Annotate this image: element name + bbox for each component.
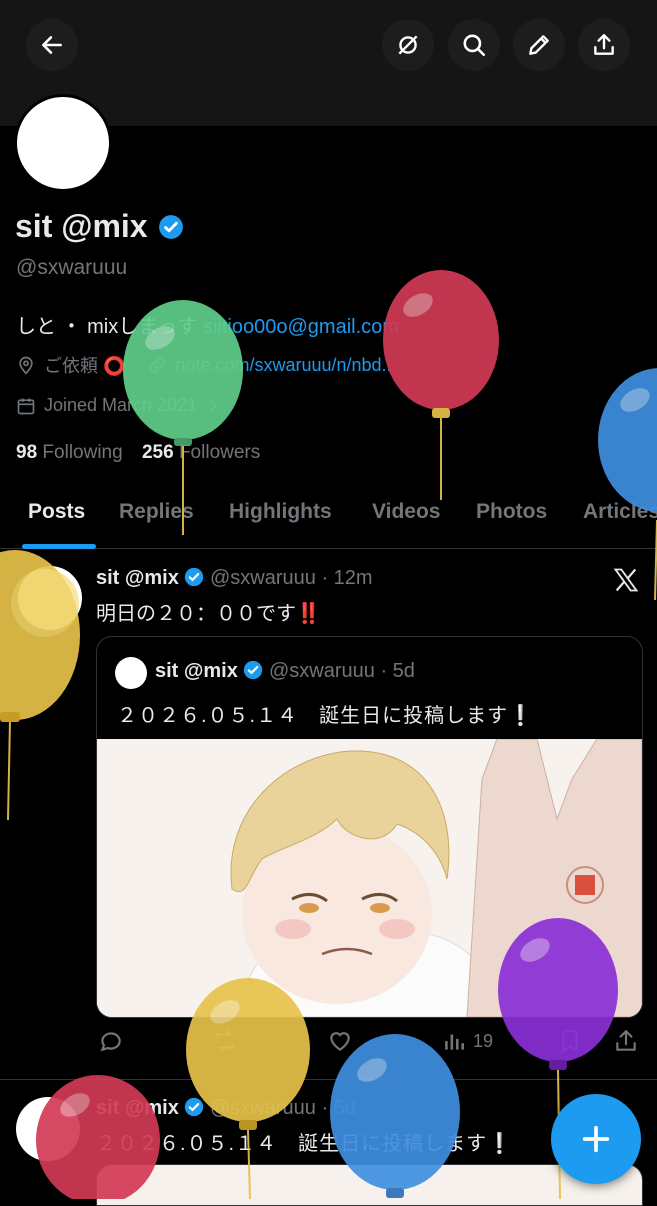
followers-count: 256 — [141, 442, 174, 463]
profile-meta-row: ご依頼 ⭕ note.com/sxwaruuu/n/nbd... — [16, 352, 397, 378]
post-avatar[interactable] — [18, 566, 82, 630]
edit-button[interactable] — [513, 19, 565, 71]
verified-icon — [158, 214, 183, 239]
quote-header: sit @mix @sxwaruuu · 5d — [155, 660, 415, 683]
balloon-red — [383, 270, 499, 500]
illustration-image — [97, 739, 642, 1017]
profile-handle: @sxwaruuu — [16, 256, 128, 279]
profile-joined-row[interactable]: Joined March 2021 — [16, 395, 221, 416]
quote-text: ２０２６.０５.１４ 誕生日に投稿します❕ — [117, 705, 535, 727]
link-icon — [149, 357, 166, 373]
compose-button[interactable] — [551, 1094, 641, 1184]
post-author-name[interactable]: sit @mix — [96, 1097, 179, 1119]
blocked-icon — [398, 35, 418, 55]
bookmark-icon[interactable] — [557, 1028, 583, 1054]
x-logo-icon — [613, 568, 639, 592]
quote-author-name: sit @mix — [155, 660, 238, 682]
profile-banner — [0, 0, 657, 126]
chevron-right-icon — [210, 400, 217, 411]
like-icon[interactable] — [327, 1028, 353, 1054]
post-text: 明日の２０：００です‼️ — [96, 603, 321, 625]
verified-icon — [244, 660, 263, 680]
profile-location: ご依頼 ⭕ — [44, 356, 126, 376]
tab-photos[interactable]: Photos — [476, 500, 547, 524]
views-icon — [445, 1034, 464, 1050]
search-button[interactable] — [448, 19, 500, 71]
back-button[interactable] — [26, 19, 78, 71]
post-author-handle: @sxwaruuu — [210, 567, 316, 589]
tab-videos[interactable]: Videos — [372, 500, 440, 524]
profile-avatar[interactable] — [14, 94, 112, 192]
post-media[interactable] — [96, 1164, 643, 1206]
edit-icon — [529, 35, 549, 55]
quote-avatar — [115, 657, 147, 689]
quote-time: · 5d — [380, 660, 415, 682]
profile-tabs: Posts Replies Highlights Videos Photos A… — [0, 490, 657, 549]
back-arrow-icon — [42, 36, 62, 54]
tab-posts[interactable]: Posts — [28, 500, 85, 524]
repost-icon[interactable] — [212, 1028, 238, 1054]
post-text: ２０２６.０５.１４ 誕生日に投稿します❕ — [96, 1133, 514, 1155]
tab-articles[interactable]: Articles — [583, 500, 657, 524]
profile-website-link[interactable]: note.com/sxwaruuu/n/nbd... — [175, 355, 396, 376]
tab-highlights[interactable]: Highlights — [229, 500, 332, 524]
profile-name: sit @mix — [15, 208, 148, 244]
post-header: sit @mix @sxwaruuu · 12m — [96, 567, 373, 590]
verified-icon — [185, 567, 204, 587]
post-time: · 12m — [321, 567, 373, 589]
plus-icon — [582, 1125, 610, 1153]
quote-illustration[interactable] — [97, 739, 642, 1017]
post-author-handle: @sxwaruuu — [210, 1097, 316, 1119]
profile-name-row: sit @mix — [15, 208, 184, 245]
active-tab-indicator — [22, 544, 96, 549]
follow-stats: 98 Following 256 Followers — [16, 442, 260, 464]
views-count: 19 — [473, 1030, 494, 1051]
location-icon — [19, 356, 33, 375]
followers-label: Followers — [178, 442, 261, 463]
verified-icon — [185, 1097, 204, 1117]
bio-text: しと ・ mixしまっす — [16, 316, 203, 338]
post-author-name[interactable]: sit @mix — [96, 567, 179, 589]
following-link[interactable]: 98 Following — [16, 442, 123, 463]
search-icon — [463, 34, 486, 57]
share-icon[interactable] — [613, 1028, 639, 1054]
post-header: sit @mix @sxwaruuu · 5d — [96, 1097, 356, 1120]
quote-author-handle: @sxwaruuu — [269, 660, 375, 682]
profile-joined: Joined March 2021 — [44, 395, 198, 415]
share-icon — [594, 34, 614, 55]
reply-icon[interactable] — [98, 1028, 124, 1054]
post-time: · 5d — [321, 1097, 356, 1119]
following-count: 98 — [16, 442, 38, 463]
views-button[interactable]: 19 — [441, 1028, 493, 1054]
share-button[interactable] — [578, 19, 630, 71]
post-divider — [0, 1079, 657, 1080]
calendar-icon — [17, 398, 35, 414]
followers-link[interactable]: 256 Followers — [142, 442, 260, 463]
blocked-button[interactable] — [382, 19, 434, 71]
post-avatar[interactable] — [16, 1097, 80, 1161]
quoted-post[interactable]: sit @mix @sxwaruuu · 5d ２０２６.０５.１４ 誕生日に投… — [96, 636, 643, 1018]
profile-bio: しと ・ mixしまっす siitioo00o@gmail.com — [16, 310, 399, 339]
tab-replies[interactable]: Replies — [119, 500, 194, 524]
bio-email-link[interactable]: siitioo00o@gmail.com — [203, 316, 399, 338]
following-label: Following — [42, 442, 123, 463]
